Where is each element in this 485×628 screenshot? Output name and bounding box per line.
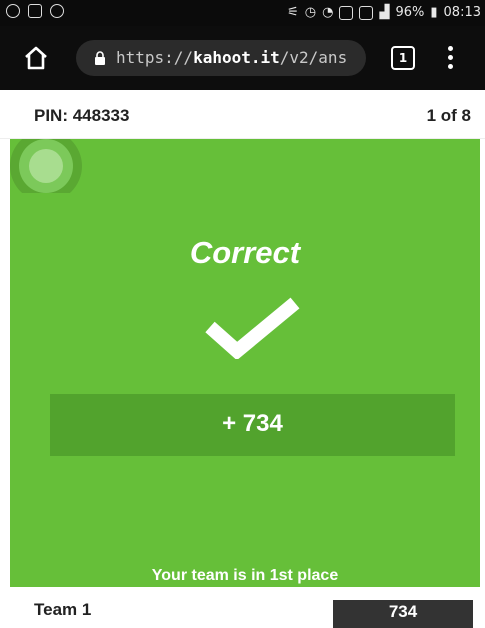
whatsapp-icon <box>6 4 20 18</box>
decorative-circle-icon <box>10 139 82 193</box>
wifi-icon: ◔ <box>322 5 334 20</box>
result-panel: Correct + 734 Your team is in 1st place <box>10 139 480 587</box>
status-bar: ⚟ ◷ ◔ ▟ 96% ▮ 08:13 <box>0 0 485 26</box>
game-pin: PIN: 448333 <box>34 106 130 125</box>
eye-icon <box>50 4 64 18</box>
menu-dot <box>448 55 453 60</box>
nfc-icon: ⚟ <box>287 5 299 20</box>
overflow-menu-button[interactable] <box>448 46 454 70</box>
home-button[interactable] <box>22 44 50 72</box>
url-text[interactable]: https://kahoot.it/v2/ans <box>116 48 361 67</box>
checkmark-icon <box>205 297 300 359</box>
gallery-icon <box>359 5 374 20</box>
url-prefix: https:// <box>116 48 194 67</box>
data-icon <box>339 5 354 20</box>
signal-icon: ▟ <box>379 5 390 20</box>
team-score: 734 <box>333 600 473 628</box>
clock: 08:13 <box>443 5 481 20</box>
team-footer: Team 1 734 <box>0 587 485 628</box>
browser-toolbar: https://kahoot.it/v2/ans 1 <box>0 26 485 90</box>
alarm-icon: ◷ <box>304 5 317 20</box>
menu-dot <box>448 64 453 69</box>
question-progress: 1 of 8 <box>426 106 471 125</box>
team-place: Your team is in 1st place <box>151 567 339 584</box>
menu-dot <box>448 46 453 51</box>
url-domain: kahoot.it <box>193 48 280 67</box>
tab-switcher-button[interactable]: 1 <box>391 46 415 70</box>
status-system: ⚟ ◷ ◔ ▟ 96% ▮ 08:13 <box>287 5 481 20</box>
home-icon <box>25 46 47 70</box>
team-name: Team 1 <box>34 600 92 619</box>
url-path: /v2/ans <box>279 48 348 67</box>
status-notifications <box>6 4 64 18</box>
battery-level: 96% <box>395 5 425 20</box>
points-earned: + 734 <box>222 410 283 437</box>
address-bar[interactable]: https://kahoot.it/v2/ans <box>76 40 366 76</box>
gallery-icon <box>28 4 42 18</box>
result-title: Correct <box>189 235 301 270</box>
battery-icon: ▮ <box>430 5 438 20</box>
game-header: PIN: 448333 1 of 8 <box>0 90 485 139</box>
tab-count: 1 <box>398 51 408 65</box>
points-banner: + 734 <box>50 394 455 456</box>
lock-icon <box>95 51 105 65</box>
